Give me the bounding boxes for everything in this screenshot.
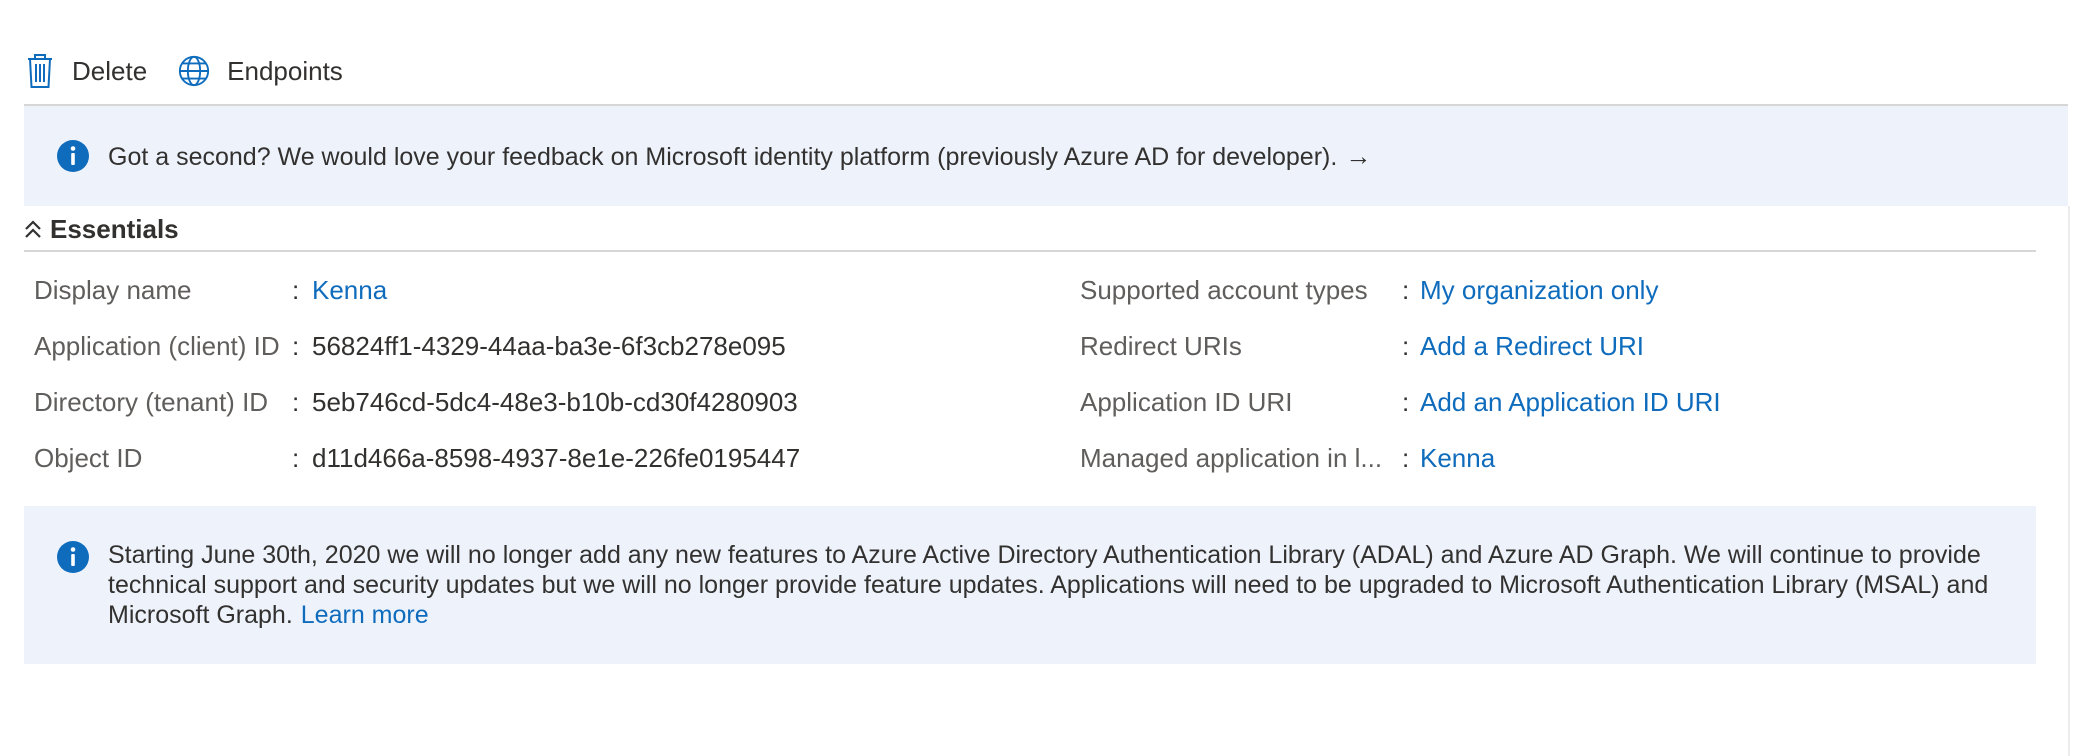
object-id-value: d11d466a-8598-4937-8e1e-226fe0195447: [312, 442, 801, 473]
property-label: Directory (tenant) ID: [34, 386, 269, 417]
delete-label: Delete: [72, 55, 148, 86]
tenant-id-value: 5eb746cd-5dc4-48e3-b10b-cd30f4280903: [312, 386, 798, 417]
display-name-link[interactable]: Kenna: [312, 275, 387, 306]
add-redirect-uri-link[interactable]: Add a Redirect URI: [1420, 331, 1644, 362]
info-icon: [57, 140, 89, 172]
property-label: Managed application in l...: [1080, 442, 1383, 473]
property-separator: :: [292, 442, 300, 473]
property-label: Supported account types: [1080, 274, 1368, 305]
essentials-divider: [24, 250, 2036, 252]
info-icon: [57, 541, 89, 573]
trash-icon: [28, 54, 52, 88]
property-label: Application (client) ID: [34, 330, 280, 361]
adal-deprecation-banner: Starting June 30th, 2020 we will no long…: [24, 506, 2036, 664]
arrow-right-icon[interactable]: →: [1345, 141, 1371, 171]
command-bar: Delete Endpoints: [24, 42, 343, 100]
learn-more-link[interactable]: Learn more: [301, 601, 429, 629]
property-separator: :: [1402, 386, 1410, 417]
property-separator: :: [1402, 274, 1410, 305]
feedback-message: Got a second? We would love your feedbac…: [108, 142, 1338, 171]
delete-button[interactable]: Delete: [24, 53, 147, 89]
account-types-link[interactable]: My organization only: [1420, 275, 1658, 306]
property-label: Object ID: [34, 442, 143, 473]
property-label: Redirect URIs: [1080, 330, 1242, 361]
chevron-double-up-icon: [25, 219, 41, 238]
client-id-value: 56824ff1-4329-44aa-ba3e-6f3cb278e095: [312, 330, 786, 361]
scroll-edge: [2068, 206, 2070, 756]
feedback-banner[interactable]: Got a second? We would love your feedbac…: [24, 106, 2068, 206]
essentials-toggle[interactable]: Essentials: [24, 214, 179, 245]
adal-banner-text: Starting June 30th, 2020 we will no long…: [108, 540, 2018, 630]
property-label: Display name: [34, 274, 192, 305]
property-separator: :: [1402, 442, 1410, 473]
endpoints-label: Endpoints: [227, 55, 343, 86]
property-separator: :: [292, 274, 300, 305]
essentials-heading: Essentials: [50, 214, 179, 244]
endpoints-button[interactable]: Endpoints: [177, 54, 343, 88]
property-separator: :: [292, 330, 300, 361]
managed-app-link[interactable]: Kenna: [1420, 443, 1495, 474]
property-label: Application ID URI: [1080, 386, 1293, 417]
property-separator: :: [1402, 330, 1410, 361]
feedback-text: Got a second? We would love your feedbac…: [108, 141, 1371, 172]
app-registration-overview: Delete Endpoints Got a second? We would …: [0, 0, 2082, 756]
add-app-id-uri-link[interactable]: Add an Application ID URI: [1420, 387, 1721, 418]
globe-icon: [179, 55, 210, 87]
property-separator: :: [292, 386, 300, 417]
